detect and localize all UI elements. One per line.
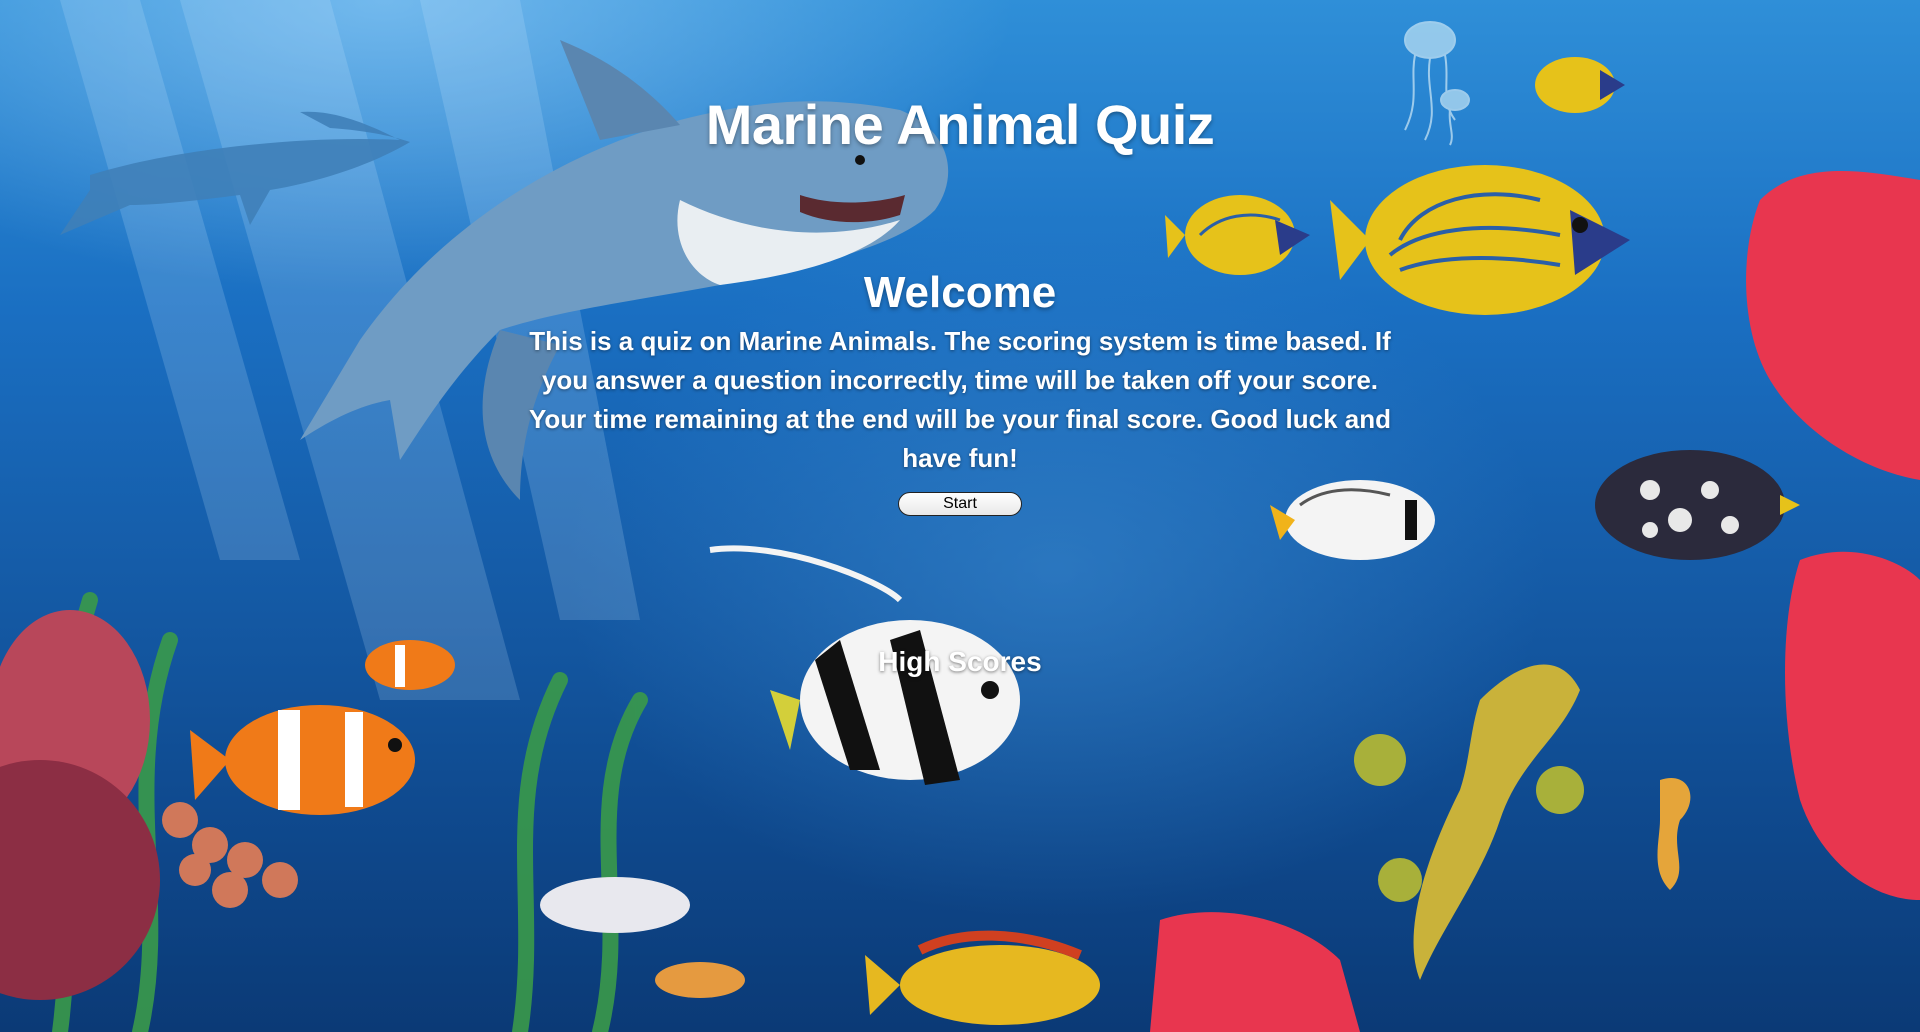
triggerfish-illustration — [1595, 450, 1800, 560]
quiz-intro-text: This is a quiz on Marine Animals. The sc… — [529, 326, 1391, 473]
high-scores-link[interactable]: High Scores — [0, 646, 1920, 678]
welcome-heading: Welcome — [863, 268, 1057, 317]
seahorse-illustration — [1657, 778, 1691, 890]
start-button[interactable]: Start — [898, 492, 1022, 516]
leafy-seadragon-illustration — [1354, 664, 1584, 980]
quiz-title: Marine Animal Quiz — [705, 93, 1215, 156]
butterflyfish-illustration — [1270, 480, 1435, 560]
bottom-fish-illustration — [540, 877, 1100, 1025]
